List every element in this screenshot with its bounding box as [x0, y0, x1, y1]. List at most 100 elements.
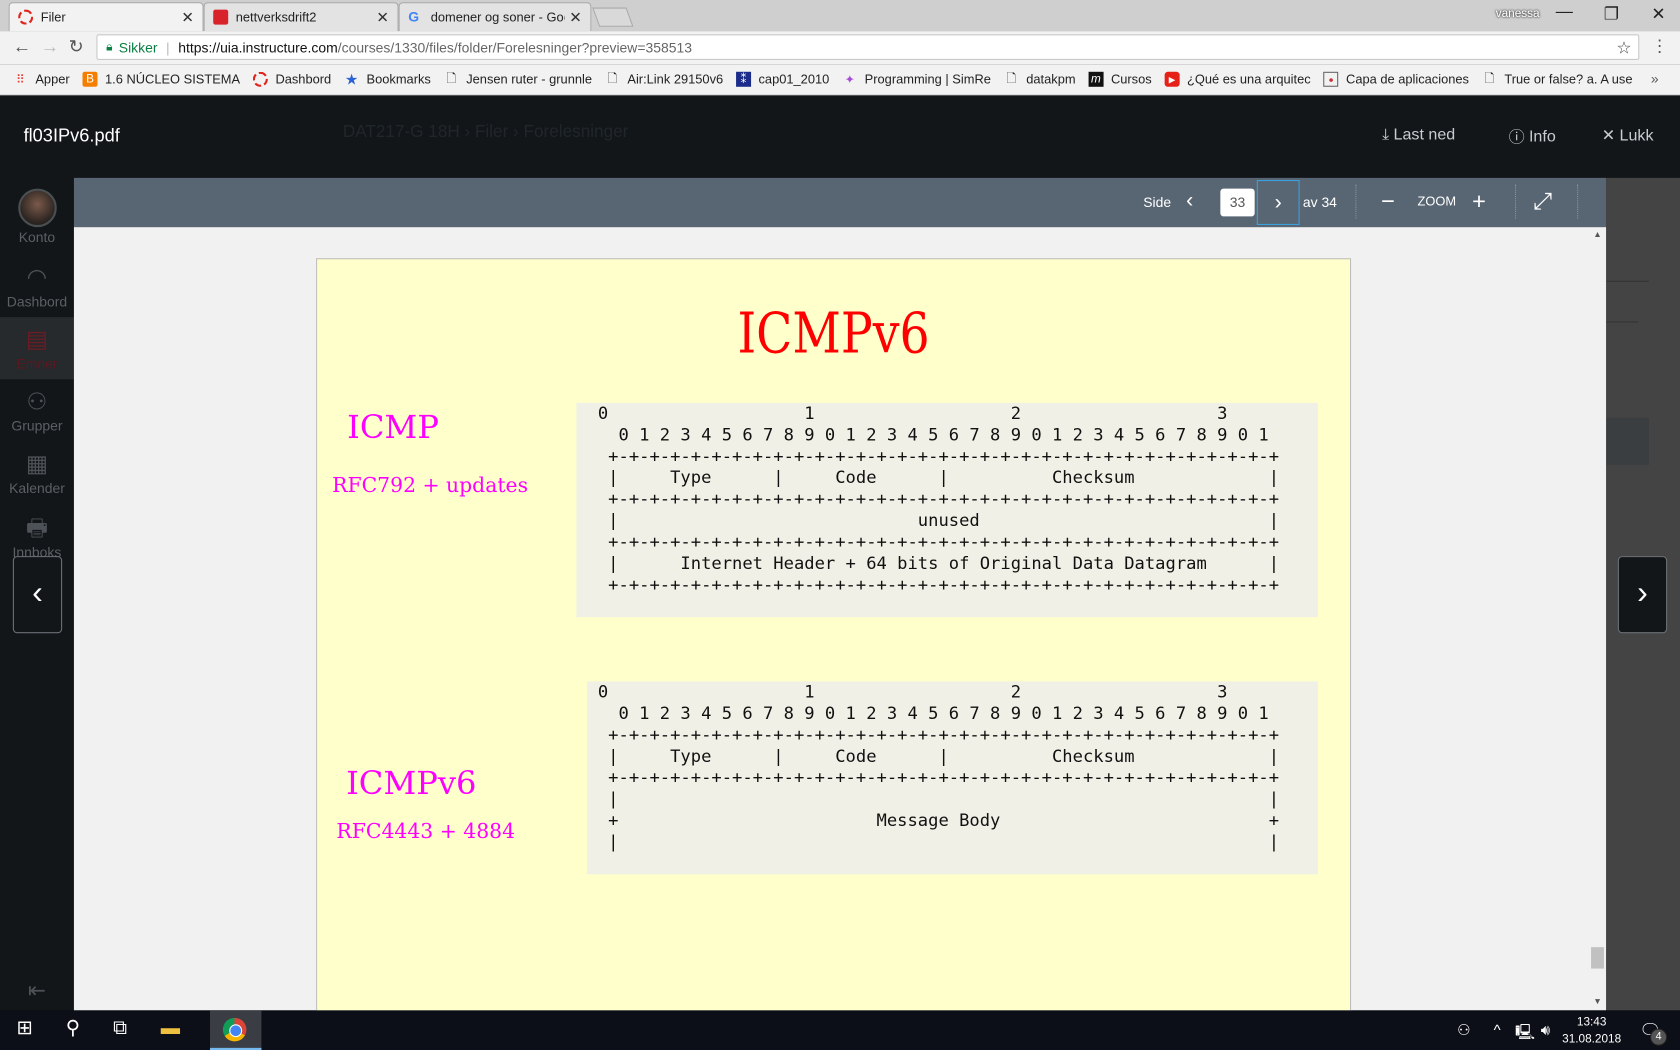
- page-icon: 🗋: [1006, 72, 1016, 86]
- icmpv6-rfc: RFC4443 + 4884: [336, 819, 516, 844]
- address-bar[interactable]: 🔒︎ Sikker | https://uia.instructure.com /…: [96, 34, 1640, 61]
- lock-icon: 🔒︎: [106, 40, 113, 54]
- previous-page-button[interactable]: ‹: [1186, 189, 1193, 214]
- download-button[interactable]: ⤓ Last ned: [1382, 125, 1455, 143]
- bookmark-item[interactable]: ● Capa de aplicaciones: [1323, 71, 1469, 87]
- diagram-line: 0 1 2 3 4 5 6 7 8 9 0 1 2 3 4 5 6 7 8 9 …: [597, 424, 1269, 445]
- bookmark-star-icon[interactable]: ☆: [1616, 38, 1631, 59]
- bookmark-item[interactable]: 🗋 Jensen ruter - grunnle: [444, 72, 592, 87]
- breadcrumb-behind-overlay: DAT217-G 18H › Filer › Forelesninger: [342, 123, 629, 142]
- bookmark-item[interactable]: ✦ Programming | SimRe: [842, 72, 991, 87]
- network-icon[interactable]: 🖳︎: [1515, 1021, 1535, 1047]
- diagram-line: +-+-+-+-+-+-+-+-+-+-+-+-+-+-+-+-+-+-+-+-…: [597, 574, 1280, 595]
- bookmark-label: cap01_2010: [758, 71, 830, 87]
- tab-nettverksdrift2[interactable]: nettverksdrift2 ✕: [203, 2, 399, 32]
- vertical-scrollbar[interactable]: ▲ ▼: [1589, 227, 1606, 1010]
- close-preview-button[interactable]: ✕ Lukk: [1602, 125, 1654, 145]
- people-icon[interactable]: ⚇: [1457, 1021, 1470, 1039]
- close-tab-icon[interactable]: ✕: [376, 8, 389, 26]
- apps-grid-icon: ⠿: [16, 73, 25, 87]
- nav-emner[interactable]: ▤ Emner: [0, 317, 74, 380]
- forward-icon[interactable]: →: [41, 36, 59, 57]
- nav-label: Grupper: [11, 417, 63, 434]
- icmpv6-heading: ICMPv6: [346, 765, 477, 803]
- bookmark-label: Bookmarks: [366, 71, 431, 87]
- divider: [1515, 184, 1517, 219]
- page-total: av 34: [1302, 193, 1337, 211]
- slide-title: ICMPv6: [737, 302, 930, 367]
- clock-time: 13:43: [1576, 1015, 1607, 1029]
- pdf-app-icon: [213, 9, 229, 25]
- bookmark-label: Cursos: [1110, 71, 1152, 87]
- star-icon: ★: [344, 70, 359, 88]
- zoom-in-button[interactable]: +: [1472, 188, 1486, 216]
- bookmark-label: Dashbord: [275, 71, 332, 87]
- bookmark-item[interactable]: 🗋 datakpm: [1004, 72, 1076, 87]
- bookmark-item[interactable]: ★ Bookmarks: [344, 70, 431, 88]
- browser-menu-icon[interactable]: ⋮: [1651, 35, 1668, 56]
- system-clock[interactable]: 13:43 31.08.2018: [1562, 1014, 1621, 1048]
- bookmark-item[interactable]: B 1.6 NÚCLEO SISTEMA: [82, 71, 240, 87]
- tab-filer[interactable]: Filer ✕: [8, 2, 204, 32]
- close-tab-icon[interactable]: ✕: [569, 8, 582, 26]
- bookmark-item[interactable]: m Cursos: [1088, 71, 1152, 87]
- avatar: [17, 188, 57, 228]
- nav-label: Kalender: [9, 480, 65, 497]
- next-file-button[interactable]: ›: [1617, 556, 1668, 634]
- tab-google-search[interactable]: G domener og soner - Goo ✕: [398, 2, 592, 32]
- info-button[interactable]: ⓘ Info: [1509, 125, 1556, 147]
- file-explorer-icon[interactable]: ▬: [146, 1017, 195, 1040]
- restore-icon[interactable]: ❐: [1590, 3, 1633, 24]
- scroll-down-icon[interactable]: ▼: [1593, 996, 1601, 1006]
- next-page-button[interactable]: ›: [1256, 180, 1300, 226]
- page-number-input[interactable]: 33: [1220, 188, 1255, 217]
- presentation-icon: ●: [1323, 71, 1339, 87]
- previous-file-button[interactable]: ‹: [12, 556, 63, 634]
- scrollbar-thumb[interactable]: [1591, 947, 1604, 969]
- tray-expand-icon[interactable]: ^: [1494, 1021, 1501, 1038]
- windows-start-icon[interactable]: ⊞: [0, 1017, 49, 1040]
- pdf-page: ICMPv6 ICMP RFC792 + updates ICMPv6 RFC4…: [316, 258, 1352, 1011]
- bookmark-item[interactable]: 🗋 Air:Link 29150v6: [605, 72, 724, 87]
- nav-innboks[interactable]: 🖶︎ Innboks: [0, 514, 74, 560]
- bookmark-apps[interactable]: ⠿ Apper: [13, 72, 70, 87]
- scroll-up-icon[interactable]: ▲: [1593, 229, 1601, 239]
- site-icon: ⁑: [736, 71, 752, 87]
- close-window-icon[interactable]: ✕: [1637, 3, 1680, 24]
- bookmark-label: True or false? a. A use: [1504, 71, 1633, 87]
- bookmark-item[interactable]: ▶ ¿Qué es una arquitec: [1164, 71, 1311, 87]
- people-icon: ⚇: [26, 387, 48, 415]
- zoom-out-button[interactable]: −: [1381, 188, 1395, 216]
- google-icon: G: [408, 8, 420, 25]
- pdf-viewer[interactable]: ICMPv6 ICMP RFC792 + updates ICMPv6 RFC4…: [73, 227, 1607, 1011]
- chrome-taskbar-icon[interactable]: [210, 1010, 262, 1050]
- diagram-line: +-+-+-+-+-+-+-+-+-+-+-+-+-+-+-+-+-+-+-+-…: [597, 445, 1280, 467]
- profile-name[interactable]: vanessa: [1496, 8, 1540, 21]
- collapse-nav-icon[interactable]: ⇤: [28, 977, 46, 1004]
- search-icon[interactable]: ⚲: [48, 1017, 97, 1040]
- diagram-line: 0 1 2 3: [597, 681, 1228, 702]
- close-tab-icon[interactable]: ✕: [181, 8, 194, 26]
- bookmark-item[interactable]: ⁑ cap01_2010: [736, 71, 830, 87]
- pdf-toolbar: Side ‹ 33 › av 34 − ZOOM + ⤢: [73, 177, 1607, 228]
- tab-title: domener og soner - Goo: [430, 9, 565, 25]
- minimize-icon[interactable]: —: [1543, 3, 1586, 22]
- fullscreen-button[interactable]: ⤢: [1533, 188, 1552, 216]
- icmp-rfc: RFC792 + updates: [332, 473, 529, 498]
- bookmark-item[interactable]: 🗋 True or false? a. A use: [1482, 72, 1633, 87]
- bookmark-label: Jensen ruter - grunnle: [466, 71, 593, 87]
- more-bookmarks-icon[interactable]: »: [1651, 71, 1659, 87]
- task-view-icon[interactable]: ⧉: [95, 1017, 144, 1040]
- back-icon[interactable]: ←: [13, 36, 31, 57]
- nav-dashbord[interactable]: ◠ Dashbord: [0, 264, 74, 310]
- diagram-line: +-+-+-+-+-+-+-+-+-+-+-+-+-+-+-+-+-+-+-+-…: [597, 488, 1280, 509]
- diagram-line: 0 1 2 3 4 5 6 7 8 9 0 1 2 3 4 5 6 7 8 9 …: [597, 702, 1269, 724]
- nav-konto[interactable]: Konto: [0, 188, 74, 245]
- new-tab-button[interactable]: [592, 7, 634, 27]
- volume-icon[interactable]: 🔊︎: [1541, 1021, 1550, 1039]
- reload-icon[interactable]: ↻: [69, 36, 84, 57]
- nav-kalender[interactable]: ▦ Kalender: [0, 450, 74, 496]
- nav-grupper[interactable]: ⚇ Grupper: [0, 388, 74, 434]
- bookmark-item[interactable]: Dashbord: [252, 71, 332, 87]
- diagram-line: +-+-+-+-+-+-+-+-+-+-+-+-+-+-+-+-+-+-+-+-…: [597, 767, 1280, 788]
